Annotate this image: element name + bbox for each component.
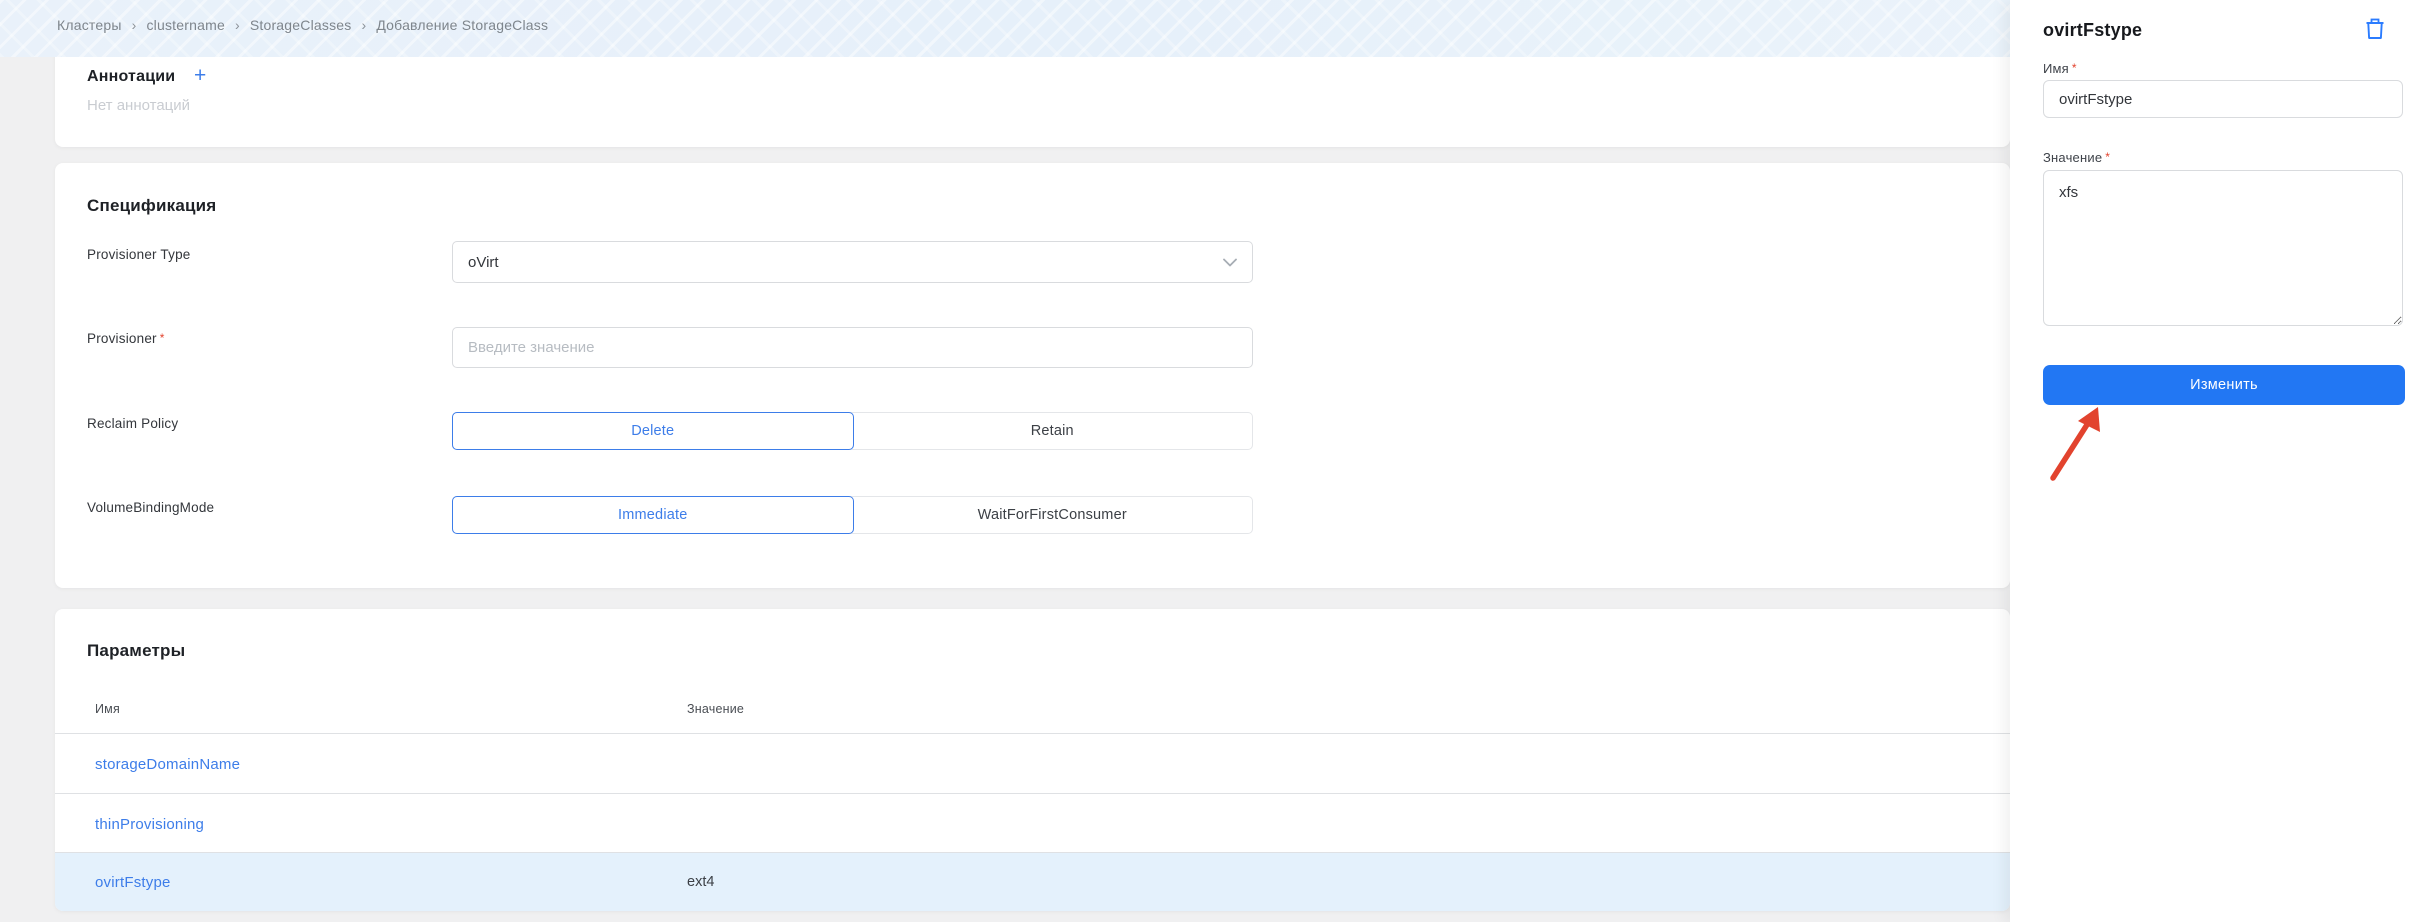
breadcrumb-item-clusters[interactable]: Кластеры	[57, 17, 122, 33]
value-field-label: Значение*	[2043, 150, 2110, 165]
reclaim-policy-label: Reclaim Policy	[87, 416, 178, 431]
chevron-down-icon	[1223, 258, 1237, 267]
column-header-name: Имя	[95, 702, 120, 716]
param-name-link[interactable]: ovirtFstype	[95, 853, 171, 911]
table-row-thinprovisioning[interactable]: thinProvisioning	[55, 794, 2010, 854]
param-name-link[interactable]: storageDomainName	[95, 734, 240, 794]
provisioner-placeholder: Введите значение	[468, 339, 595, 356]
provisioner-type-value: oVirt	[468, 254, 499, 271]
name-field-label: Имя*	[2043, 61, 2077, 76]
provisioner-type-select[interactable]: oVirt	[452, 241, 1253, 283]
volume-binding-mode-label: VolumeBindingMode	[87, 500, 214, 515]
provisioner-input[interactable]: Введите значение	[452, 327, 1253, 368]
panel-title: ovirtFstype	[2043, 20, 2142, 41]
breadcrumb: Кластеры › clustername › StorageClasses …	[57, 17, 548, 33]
edit-parameter-panel: ovirtFstype Имя* Значение* xfs Изменить	[2010, 0, 2423, 922]
required-asterisk: *	[2105, 150, 2110, 164]
submit-change-button[interactable]: Изменить	[2043, 365, 2405, 405]
required-asterisk: *	[2072, 61, 2077, 75]
breadcrumb-item-storageclasses[interactable]: StorageClasses	[250, 17, 352, 33]
volume-binding-option-waitforfirstconsumer[interactable]: WaitForFirstConsumer	[853, 497, 1253, 533]
reclaim-policy-option-delete[interactable]: Delete	[452, 412, 854, 450]
delete-parameter-button[interactable]	[2361, 15, 2389, 43]
param-name-link[interactable]: thinProvisioning	[95, 794, 204, 854]
add-annotation-icon[interactable]: +	[194, 68, 206, 84]
parameters-card: Параметры Имя Значение storageDomainName…	[55, 609, 2010, 911]
breadcrumb-separator: ›	[361, 17, 366, 33]
breadcrumb-item-current: Добавление StorageClass	[376, 17, 548, 33]
breadcrumb-separator: ›	[132, 17, 137, 33]
breadcrumb-item-clustername[interactable]: clustername	[146, 17, 224, 33]
volume-binding-mode-toggle: Immediate WaitForFirstConsumer	[452, 496, 1253, 534]
specification-title: Спецификация	[87, 196, 216, 216]
required-asterisk: *	[160, 331, 165, 345]
table-row-storagedomainname[interactable]: storageDomainName	[55, 734, 2010, 794]
name-field-input[interactable]	[2043, 80, 2403, 118]
trash-icon	[2363, 17, 2387, 41]
value-field-textarea[interactable]: xfs	[2043, 170, 2403, 326]
parameters-title: Параметры	[87, 641, 185, 661]
specification-card: Спецификация Provisioner Type oVirt Prov…	[55, 163, 2010, 588]
table-row-ovirtfstype-selected[interactable]: ovirtFstype ext4	[55, 853, 2010, 911]
reclaim-policy-toggle: Delete Retain	[452, 412, 1253, 450]
column-header-value: Значение	[687, 702, 744, 716]
volume-binding-option-immediate[interactable]: Immediate	[452, 496, 854, 534]
reclaim-policy-option-retain[interactable]: Retain	[853, 413, 1253, 449]
red-arrow-annotation	[2030, 398, 2120, 490]
breadcrumb-separator: ›	[235, 17, 240, 33]
annotations-title: Аннотации	[87, 68, 175, 86]
param-value: ext4	[687, 853, 714, 911]
annotations-empty-text: Нет аннотаций	[87, 97, 190, 114]
provisioner-label: Provisioner*	[87, 331, 165, 346]
provisioner-type-label: Provisioner Type	[87, 247, 191, 262]
